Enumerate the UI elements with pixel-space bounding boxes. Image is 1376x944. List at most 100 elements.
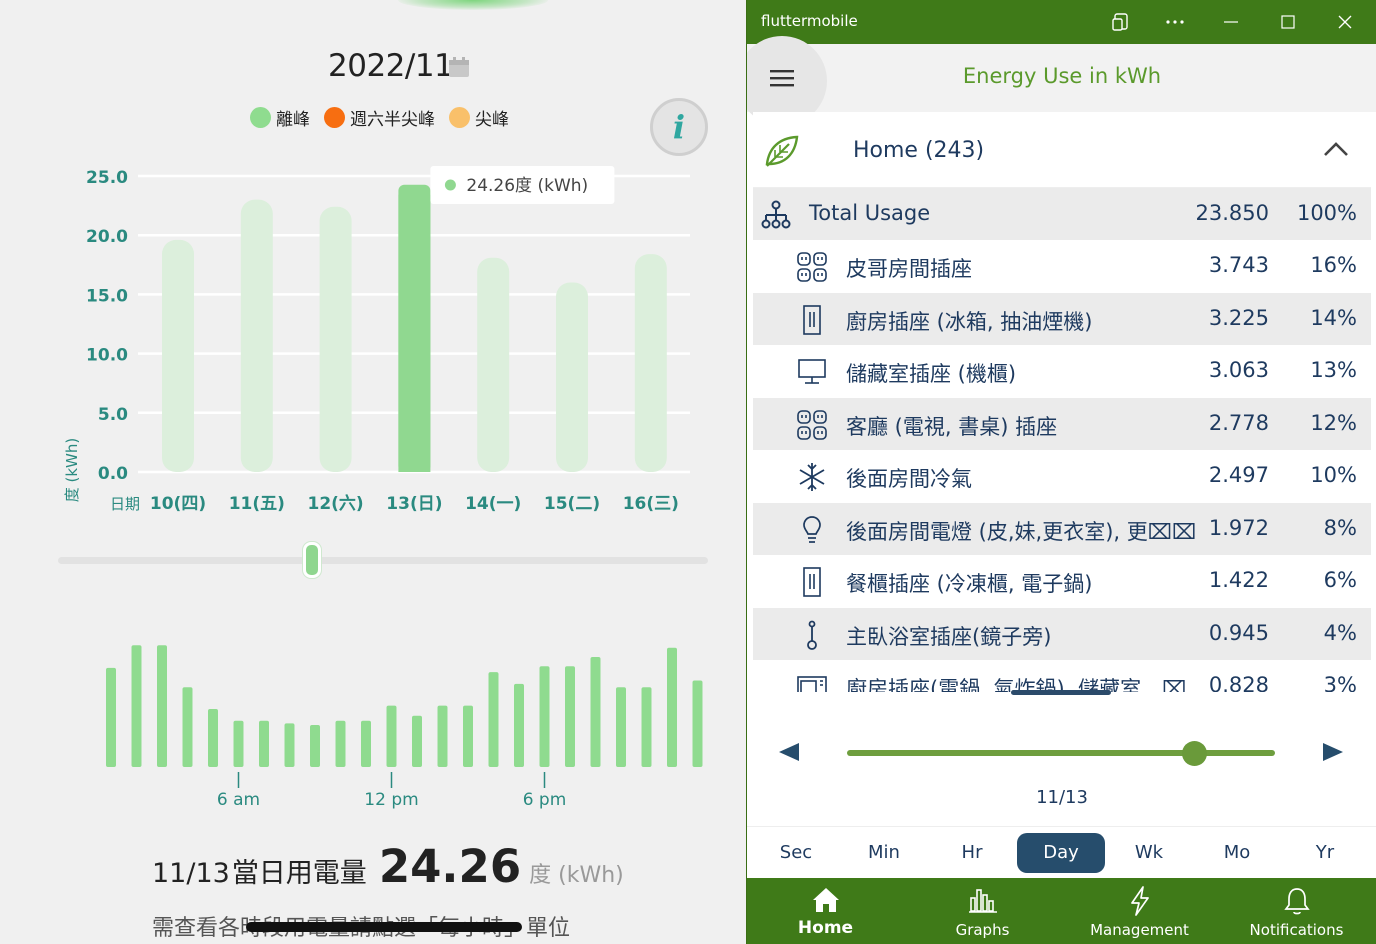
period-mo[interactable]: Mo [1193,833,1281,873]
bar-15(二)[interactable] [556,282,588,472]
hour-bar[interactable] [131,645,142,767]
circuit-row[interactable]: 主臥浴室插座(鏡子旁) 0.945 4% [753,607,1371,660]
app-bar: Energy Use in kWh [747,36,1376,126]
bar-12(六)[interactable] [319,206,352,472]
circuit-row[interactable]: 客廳 (電視, 書桌) 插座 2.778 12% [753,397,1371,450]
nav-management[interactable]: Management [1061,878,1218,944]
date-slider-thumb[interactable] [1182,741,1207,766]
period-day[interactable]: Day [1017,833,1105,873]
bar-11(五)[interactable] [240,199,273,472]
nav-label: Management [1090,921,1189,939]
hour-bar[interactable] [335,720,346,767]
hour-bar[interactable] [692,680,703,767]
circuit-name: 餐櫃插座 (冷凍櫃, 電子鍋) [846,572,1093,596]
bar-10(四)[interactable] [162,239,194,472]
previous-day-button[interactable] [777,740,801,768]
minimize-button[interactable] [1203,0,1259,44]
hour-bar[interactable] [233,720,244,767]
triangle-left-icon [779,743,799,761]
hour-bar[interactable] [641,687,652,767]
summary-label: 當日用電量 [231,858,367,889]
hour-bar[interactable] [157,645,167,767]
y-tick-label: 25.0 [86,168,128,188]
period-wk[interactable]: Wk [1105,833,1193,873]
lightning-icon [1061,886,1218,916]
nav-notifications[interactable]: Notifications [1218,878,1375,944]
next-day-button[interactable] [1321,740,1345,768]
device-preview-button[interactable] [1093,0,1149,44]
x-tick-label: 13(日) [386,494,442,514]
hour-bar[interactable] [361,720,371,767]
calendar-icon[interactable] [448,56,470,82]
bell-icon [1218,886,1375,916]
circuit-row[interactable]: 廚房插座 (冰箱, 抽油煙機) 3.225 14% [753,292,1371,345]
daily-bar-chart[interactable]: 0.0 5.0 10.0 15.0 20.0 25.0 度 (kWh) 日期 10(四) 11(五… [0,150,746,530]
hour-bar[interactable] [488,672,499,767]
x-tick-label: 16(三) [623,494,679,514]
circuit-row[interactable]: 餐櫃插座 (冷凍櫃, 電子鍋) 1.422 6% [753,555,1371,608]
month-title[interactable]: 2022/11 [328,48,454,84]
legend-label: 離峰 [276,110,310,130]
group-header[interactable]: Home (243) [753,112,1371,188]
hour-bar[interactable] [106,667,116,767]
home-indicator[interactable] [246,922,522,932]
title-bar[interactable]: fluttermobile [747,0,1376,44]
circuit-row[interactable]: 皮哥房間插座 3.743 16% [753,240,1371,293]
hour-bar[interactable] [590,656,601,767]
hour-bar[interactable] [259,720,269,767]
period-sec[interactable]: Sec [752,833,840,873]
info-icon: i [672,108,686,146]
triangle-right-icon [1323,743,1343,761]
close-button[interactable] [1317,0,1373,44]
circuit-value: 2.497 [1208,463,1269,487]
period-yr[interactable]: Yr [1281,833,1369,873]
total-usage-pct: 100% [1296,201,1357,225]
hour-bar[interactable] [437,705,448,767]
graphs-icon [904,886,1061,916]
hour-bar[interactable] [208,709,218,767]
usage-list[interactable]: Home (243) Total Usage 23.850 100% 皮哥房間插… [753,112,1371,692]
total-usage-value: 23.850 [1195,201,1269,225]
circuit-row[interactable]: 儲藏室插座 (機櫃) 3.063 13% [753,345,1371,398]
hour-bar[interactable] [310,725,320,767]
bar-14(一)[interactable] [477,257,510,472]
period-min[interactable]: Min [840,833,928,873]
chevron-up-icon[interactable] [1323,140,1349,162]
chart-scroll-slider[interactable] [58,557,708,564]
total-usage-row[interactable]: Total Usage 23.850 100% [753,188,1371,240]
date-slider[interactable] [847,750,1275,756]
circuit-pct: 14% [1310,305,1357,330]
circuit-row[interactable]: 後面房間冷氣 2.497 10% [753,450,1371,503]
hour-bar[interactable] [514,683,524,767]
hour-bar[interactable] [616,687,626,767]
circuit-name: 客廳 (電視, 書桌) 插座 [846,414,1058,439]
device-icon [1112,13,1128,31]
circuit-row[interactable]: 後面房間電燈 (皮,妹,更衣室), 更⌧⌧ 1.972 8% [753,502,1371,555]
chart-scroll-thumb[interactable] [303,542,321,578]
legend-item-peak: 尖峰 [449,105,509,130]
summary-date: 11/13 [152,858,230,889]
nav-home[interactable]: Home [747,878,904,944]
maximize-button[interactable] [1260,0,1316,44]
more-options-button[interactable] [1147,0,1203,44]
bar-16(三)[interactable] [634,254,667,472]
list-scrollbar[interactable] [1011,690,1111,695]
hour-bar[interactable] [667,647,677,767]
circuit-pct: 10% [1310,463,1357,487]
hour-bar[interactable] [412,715,422,767]
hour-bar[interactable] [565,666,575,767]
nav-graphs[interactable]: Graphs [904,878,1061,944]
info-button[interactable]: i [650,98,708,156]
energy-app-panel: 2022/11 離峰 週六半尖峰 尖峰 i 0.0 5.0 10.0 15.0 20.0… [0,0,746,944]
circuit-row[interactable]: 廚房插座(電鍋, 氣炸鍋), 儲藏室…⌧ 0.828 3% [753,660,1371,692]
hour-bar[interactable] [284,723,295,767]
hour-bar[interactable] [182,687,193,767]
hourly-bar-chart[interactable]: 6 am 12 pm 6 pm [0,630,746,820]
hour-bar[interactable] [463,705,473,767]
hour-bar[interactable] [386,705,397,767]
legend-item-offpeak: 離峰 [250,105,310,130]
period-hr[interactable]: Hr [928,833,1016,873]
bar-fill [398,194,431,472]
x-tick-label: 6 pm [523,790,567,810]
hour-bar[interactable] [539,666,550,767]
